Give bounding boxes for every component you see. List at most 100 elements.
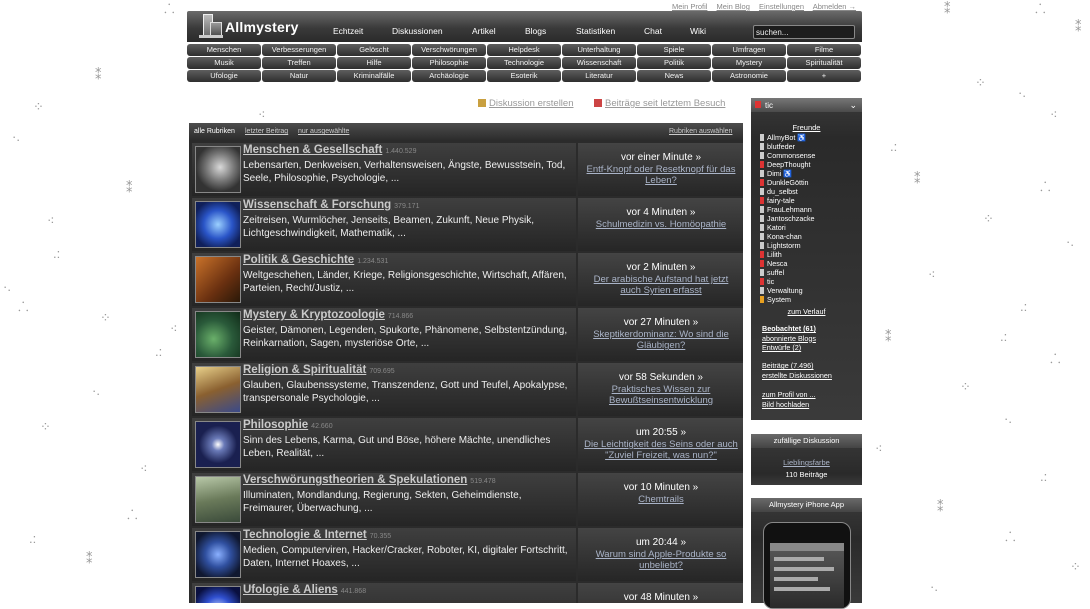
my-blog-link[interactable]: Mein Blog xyxy=(717,2,750,11)
watched-link[interactable]: Beobachtet (61) xyxy=(762,324,816,334)
iphone-icon[interactable] xyxy=(763,522,851,609)
last-post-thread-link[interactable]: Praktisches Wissen zur Bewußtseinsentwic… xyxy=(584,384,738,406)
nav-artikel[interactable]: Artikel xyxy=(472,26,496,36)
forum-thumbnail[interactable] xyxy=(195,531,241,578)
friend-item[interactable]: AllmyBot ♿ xyxy=(760,133,815,142)
nav-diskussionen[interactable]: Diskussionen xyxy=(392,26,443,36)
forum-thumbnail[interactable] xyxy=(195,201,241,248)
upload-image-link[interactable]: Bild hochladen xyxy=(762,400,816,410)
last-post-thread-link[interactable]: Warum sind Apple-Produkte so unbeliebt? xyxy=(584,549,738,571)
drafts-link[interactable]: Entwürfe (2) xyxy=(762,343,816,353)
last-post-time[interactable]: um 20:55 » xyxy=(578,427,743,438)
forum-thumbnail[interactable] xyxy=(195,311,241,358)
create-discussion-link[interactable]: Diskussion erstellen xyxy=(478,98,573,109)
posts-link[interactable]: Beiträge (7.496) xyxy=(762,361,832,371)
category-button[interactable]: Umfragen xyxy=(712,44,786,56)
category-button[interactable]: + xyxy=(787,70,861,82)
friend-item[interactable]: Verwaltung xyxy=(760,286,815,295)
nav-wiki[interactable]: Wiki xyxy=(690,26,706,36)
category-button[interactable]: Musik xyxy=(187,57,261,69)
search-input[interactable] xyxy=(753,25,855,39)
category-button[interactable]: Hilfe xyxy=(337,57,411,69)
category-button[interactable]: Unterhaltung xyxy=(562,44,636,56)
allmystery-logo-icon[interactable] xyxy=(199,14,223,40)
choose-rubrics-link[interactable]: Rubriken auswählen xyxy=(669,128,732,135)
friend-item[interactable]: suffel xyxy=(760,268,815,277)
last-post-thread-link[interactable]: Chemtrails xyxy=(584,494,738,505)
forum-title-link[interactable]: Mystery & Kryptozoologie 714.866 xyxy=(243,309,413,321)
logout-link[interactable]: Abmelden → xyxy=(813,2,856,11)
last-post-thread-link[interactable]: Skeptikerdominanz: Wo sind die Gläubigen… xyxy=(584,329,738,351)
category-button[interactable]: Esoterik xyxy=(487,70,561,82)
category-button[interactable]: Natur xyxy=(262,70,336,82)
last-post-time[interactable]: vor 2 Minuten » xyxy=(578,262,743,273)
category-button[interactable]: Mystery xyxy=(712,57,786,69)
forum-title-link[interactable]: Technologie & Internet 70.355 xyxy=(243,529,391,541)
category-button[interactable]: Ufologie xyxy=(187,70,261,82)
nav-chat[interactable]: Chat xyxy=(644,26,662,36)
friend-item[interactable]: System xyxy=(760,295,815,304)
forum-title-link[interactable]: Politik & Geschichte 1.234.531 xyxy=(243,254,388,266)
forum-thumbnail[interactable] xyxy=(195,256,241,303)
history-link[interactable]: zum Verlauf xyxy=(751,307,862,317)
category-button[interactable]: Kriminalfälle xyxy=(337,70,411,82)
category-button[interactable]: News xyxy=(637,70,711,82)
forum-thumbnail[interactable] xyxy=(195,421,241,468)
category-button[interactable]: Archäologie xyxy=(412,70,486,82)
friend-item[interactable]: Katori xyxy=(760,223,815,232)
category-button[interactable]: Spiritualität xyxy=(787,57,861,69)
last-post-time[interactable]: vor einer Minute » xyxy=(578,152,743,163)
friend-item[interactable]: tic xyxy=(760,277,815,286)
subscribed-blogs-link[interactable]: abonnierte Blogs xyxy=(762,334,816,344)
nav-echtzeit[interactable]: Echtzeit xyxy=(333,26,363,36)
user-dropdown[interactable]: tic ⌄ xyxy=(751,98,862,112)
filter-all-rubrics[interactable]: alle Rubriken xyxy=(194,128,235,135)
category-button[interactable]: Philosophie xyxy=(412,57,486,69)
nav-blogs[interactable]: Blogs xyxy=(525,26,546,36)
forum-title-link[interactable]: Wissenschaft & Forschung 379.171 xyxy=(243,199,419,211)
site-name[interactable]: Allmystery xyxy=(225,19,299,35)
category-button[interactable]: Helpdesk xyxy=(487,44,561,56)
filter-last-post[interactable]: letzter Beitrag xyxy=(245,128,288,135)
my-profile-link[interactable]: Mein Profil xyxy=(672,2,707,11)
last-post-time[interactable]: um 20:44 » xyxy=(578,537,743,548)
iphone-app-heading[interactable]: Allmystery iPhone App xyxy=(751,498,862,512)
last-post-thread-link[interactable]: Entf-Knopf oder Resetknopf für das Leben… xyxy=(584,164,738,186)
last-post-thread-link[interactable]: Schulmedizin vs. Homöopathie xyxy=(584,219,738,230)
category-button[interactable]: Gelöscht xyxy=(337,44,411,56)
friend-item[interactable]: DunkleGöttin xyxy=(760,178,815,187)
forum-thumbnail[interactable] xyxy=(195,146,241,193)
friend-item[interactable]: DeepThought xyxy=(760,160,815,169)
friend-item[interactable]: fairy-tale xyxy=(760,196,815,205)
friend-item[interactable]: Kona-chan xyxy=(760,232,815,241)
random-discussion-link[interactable]: Lieblingsfarbe xyxy=(751,458,862,467)
created-discussions-link[interactable]: erstellte Diskussionen xyxy=(762,371,832,381)
last-post-time[interactable]: vor 27 Minuten » xyxy=(578,317,743,328)
category-button[interactable]: Treffen xyxy=(262,57,336,69)
forum-title-link[interactable]: Ufologie & Aliens 441.868 xyxy=(243,584,366,596)
nav-statistiken[interactable]: Statistiken xyxy=(576,26,615,36)
friend-item[interactable]: Nesca xyxy=(760,259,815,268)
friend-item[interactable]: Dimi ♿ xyxy=(760,169,815,178)
forum-title-link[interactable]: Philosophie 42.660 xyxy=(243,419,333,431)
last-post-time[interactable]: vor 48 Minuten » xyxy=(578,592,743,603)
last-post-time[interactable]: vor 58 Sekunden » xyxy=(578,372,743,383)
forum-title-link[interactable]: Menschen & Gesellschaft 1.440.529 xyxy=(243,144,416,156)
category-button[interactable]: Astronomie xyxy=(712,70,786,82)
forum-thumbnail[interactable] xyxy=(195,476,241,523)
profile-link[interactable]: zum Profil von ... xyxy=(762,390,816,400)
forum-title-link[interactable]: Verschwörungstheorien & Spekulationen 519… xyxy=(243,474,496,486)
last-post-thread-link[interactable]: Der arabische Aufstand hat jetzt auch Sy… xyxy=(584,274,738,296)
forum-thumbnail[interactable] xyxy=(195,586,241,603)
category-button[interactable]: Verschwörungen xyxy=(412,44,486,56)
forum-title-link[interactable]: Religion & Spiritualität 709.695 xyxy=(243,364,395,376)
settings-link[interactable]: Einstellungen xyxy=(759,2,804,11)
category-button[interactable]: Menschen xyxy=(187,44,261,56)
friend-item[interactable]: du_selbst xyxy=(760,187,815,196)
category-button[interactable]: Literatur xyxy=(562,70,636,82)
friends-heading[interactable]: Freunde xyxy=(751,123,862,132)
last-post-thread-link[interactable]: Die Leichtigkeit des Seins oder auch "Zu… xyxy=(584,439,738,461)
friend-item[interactable]: Jantoschzacke xyxy=(760,214,815,223)
filter-selected-only[interactable]: nur ausgewählte xyxy=(298,128,349,135)
forum-thumbnail[interactable] xyxy=(195,366,241,413)
